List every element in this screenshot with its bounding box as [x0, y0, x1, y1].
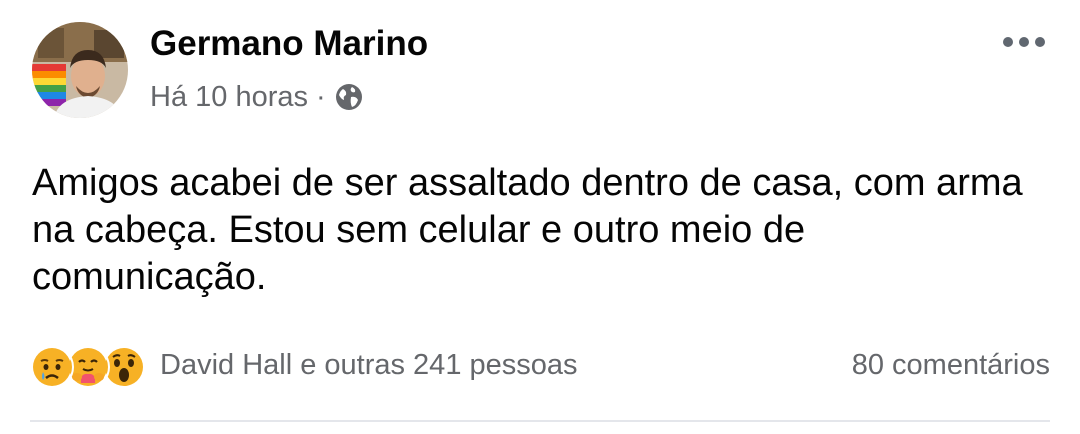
globe-icon[interactable]	[334, 82, 364, 112]
divider	[30, 420, 1050, 422]
author-name[interactable]: Germano Marino	[150, 22, 428, 66]
more-options-button[interactable]	[998, 28, 1050, 56]
reactions-summary[interactable]: David Hall e outras 241 pessoas	[160, 349, 578, 382]
post-text: Amigos acabei de ser assaltado dentro de…	[32, 162, 1023, 298]
avatar[interactable]	[32, 22, 128, 118]
facebook-post: Germano Marino Há 10 horas · Amigos acab…	[0, 0, 1080, 434]
reactions-bar[interactable]: David Hall e outras 241 pessoas	[30, 340, 578, 390]
comments-count-link[interactable]: 80 comentários	[852, 345, 1050, 385]
sad-reaction-icon	[30, 345, 74, 389]
meta-separator: ·	[316, 80, 326, 113]
reaction-icons	[30, 343, 150, 389]
post-time[interactable]: Há 10 horas	[150, 81, 308, 114]
post-meta: Há 10 horas ·	[150, 78, 364, 116]
more-horizontal-icon	[1003, 37, 1045, 47]
profile-photo-icon	[32, 22, 128, 118]
